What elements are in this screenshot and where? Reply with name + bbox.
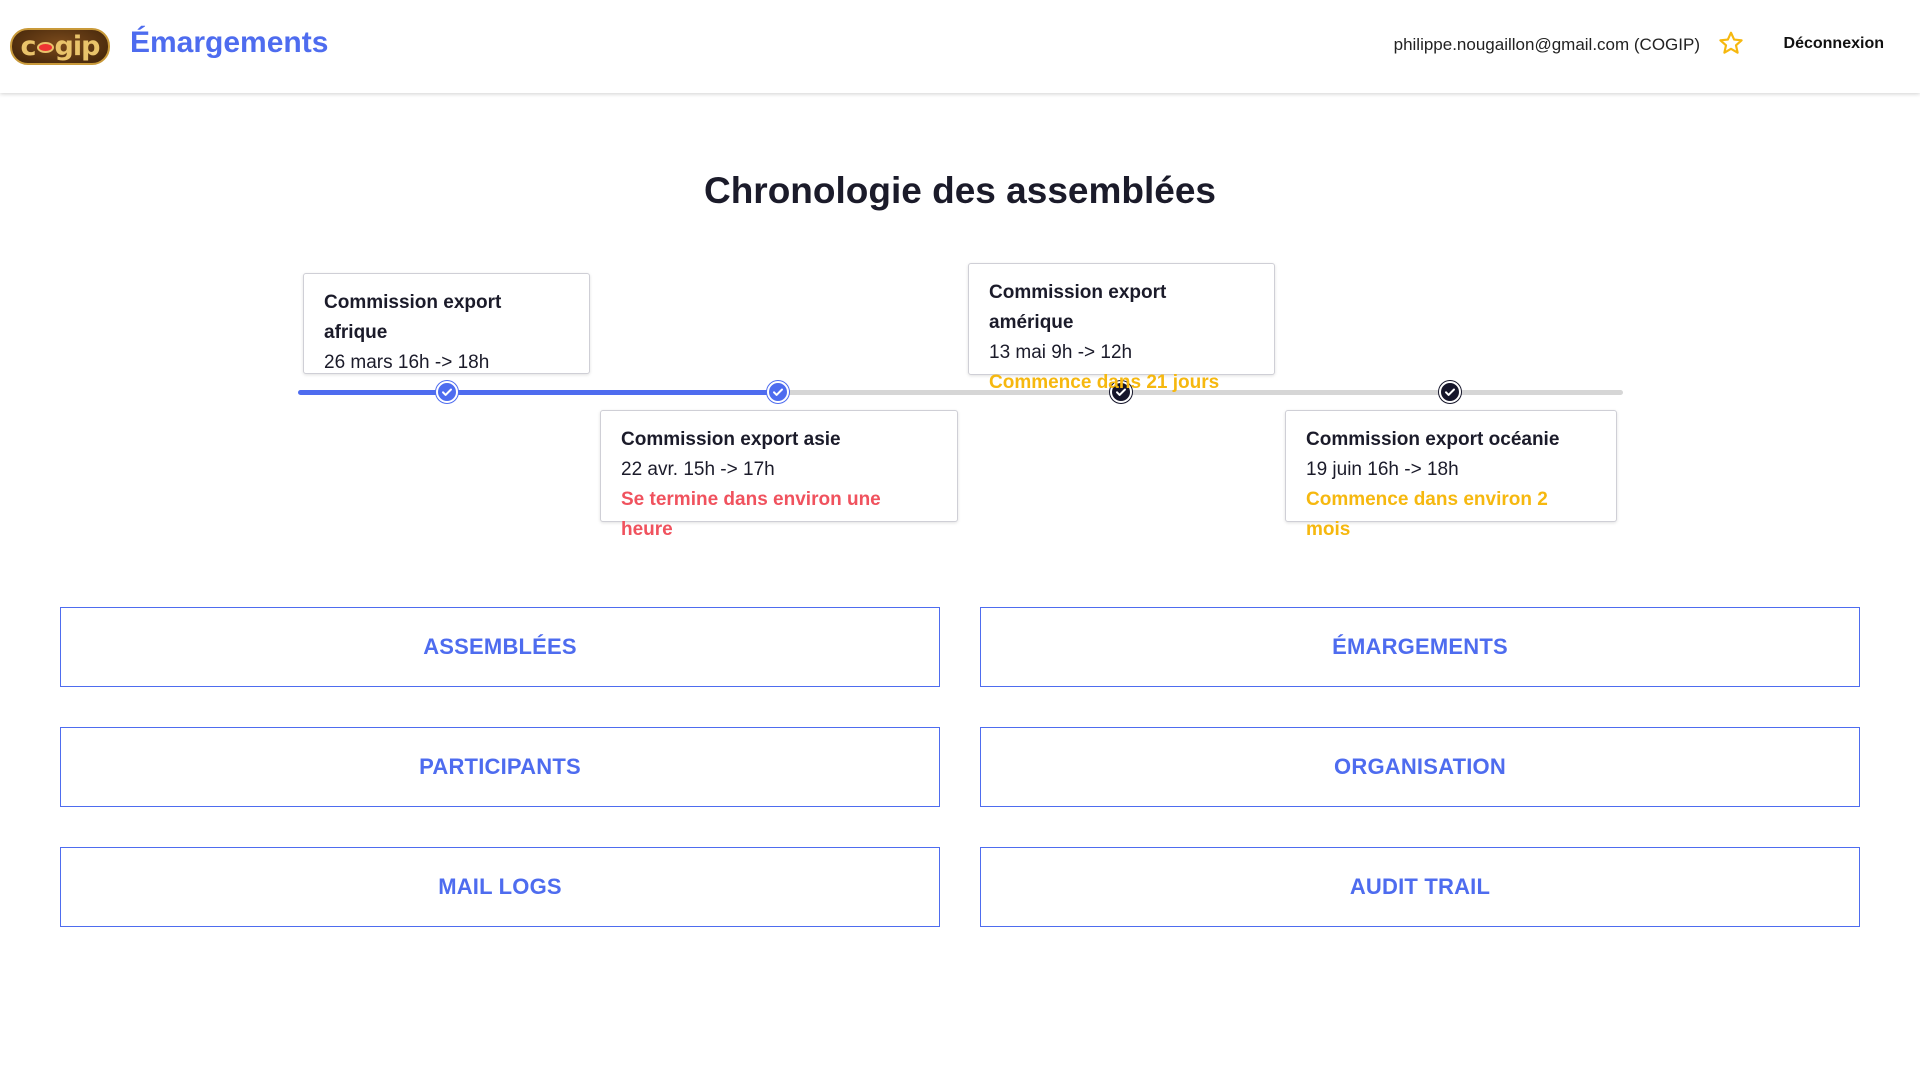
event-title: Commission export asie	[621, 429, 841, 450]
cogip-logo[interactable]: c gip	[10, 28, 110, 65]
event-status: Commence dans 21 jours	[989, 372, 1220, 393]
check-icon	[442, 388, 452, 396]
event-title: Commission export amérique	[989, 282, 1167, 333]
emargements-label: ÉMARGEMENTS	[1332, 634, 1508, 659]
timeline-node-4	[1439, 381, 1461, 403]
timeline-node-2	[767, 381, 789, 403]
event-date: 26 mars 16h -> 18h	[324, 352, 490, 373]
check-icon	[773, 388, 783, 396]
event-status: Commence dans environ 2 mois	[1306, 489, 1548, 540]
audit-trail-button[interactable]: AUDIT TRAIL	[980, 847, 1860, 927]
star-icon[interactable]	[1718, 30, 1744, 56]
event-title: Commission export océanie	[1306, 429, 1560, 450]
emargements-button[interactable]: ÉMARGEMENTS	[980, 607, 1860, 687]
page-title: Chronologie des assemblées	[703, 170, 1216, 211]
mail-logs-label: MAIL LOGS	[438, 874, 562, 899]
event-date: 13 mai 9h -> 12h	[989, 342, 1133, 363]
event-date: 19 juin 16h -> 18h	[1306, 459, 1459, 480]
participants-label: PARTICIPANTS	[419, 754, 581, 779]
logo-text: c gip	[20, 31, 101, 62]
assemblees-button[interactable]: ASSEMBLÉES	[60, 607, 940, 687]
app-title[interactable]: Émargements	[130, 26, 328, 60]
logout-button[interactable]: Déconnexion	[1784, 35, 1884, 53]
top-header: c gip Émargements philippe.nougaillon@gma…	[0, 0, 1920, 93]
event-card[interactable]: Commission export asie 22 avr. 15h -> 17…	[600, 410, 958, 540]
participants-button[interactable]: PARTICIPANTS	[60, 727, 940, 807]
assemblees-label: ASSEMBLÉES	[423, 634, 577, 659]
event-card[interactable]: Commission export océanie 19 juin 16h ->…	[1285, 410, 1617, 540]
event-date: 22 avr. 15h -> 17h	[621, 459, 775, 480]
audit-trail-label: AUDIT TRAIL	[1349, 874, 1491, 899]
event-card[interactable]: Commission export amérique 13 mai 9h -> …	[968, 263, 1275, 393]
mail-logs-button[interactable]: MAIL LOGS	[60, 847, 940, 927]
event-status: Se termine dans environ une heure	[621, 489, 881, 540]
check-icon	[1445, 388, 1455, 396]
event-title: Commission export afrique	[324, 292, 502, 343]
organisation-label: ORGANISATION	[1334, 754, 1506, 779]
user-email: philippe.nougaillon@gmail.com (COGIP)	[1393, 35, 1700, 54]
timeline-track-done	[298, 390, 778, 395]
timeline-node-1	[436, 381, 458, 403]
event-card[interactable]: Commission export afrique 26 mars 16h ->…	[303, 273, 590, 374]
organisation-button[interactable]: ORGANISATION	[980, 727, 1860, 807]
